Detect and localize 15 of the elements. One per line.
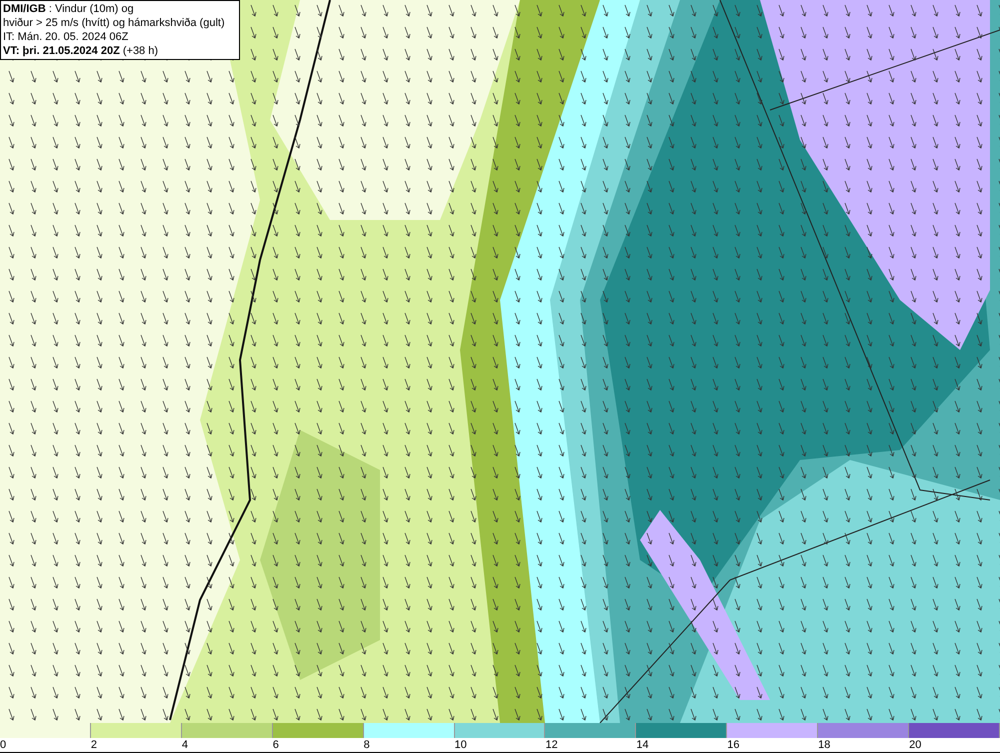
legend-label: 4 — [182, 738, 188, 753]
legend-label: 2 — [90, 738, 98, 753]
title-line: DMI/IGB : Vindur (10m) og — [3, 2, 135, 16]
legend-label: 14 — [636, 738, 649, 753]
title-line: hviður > 25 m/s (hvítt) og hámarkshviða (gult) — [3, 16, 226, 30]
title-line: VT: þri. 21.05.2024 20Z (+38 h) — [3, 44, 160, 58]
legend-label: 20 — [909, 738, 922, 753]
legend-label: 6 — [272, 738, 279, 753]
legend-label: 16 — [727, 738, 740, 753]
legend-label: 18 — [818, 738, 830, 753]
legend-label: 0 — [0, 738, 6, 753]
legend-label: 12 — [545, 738, 558, 753]
title-line: IT: Mán. 20. 05. 2024 06Z — [3, 30, 130, 44]
legend-label: 10 — [454, 738, 467, 753]
legend-label: 8 — [364, 738, 370, 753]
